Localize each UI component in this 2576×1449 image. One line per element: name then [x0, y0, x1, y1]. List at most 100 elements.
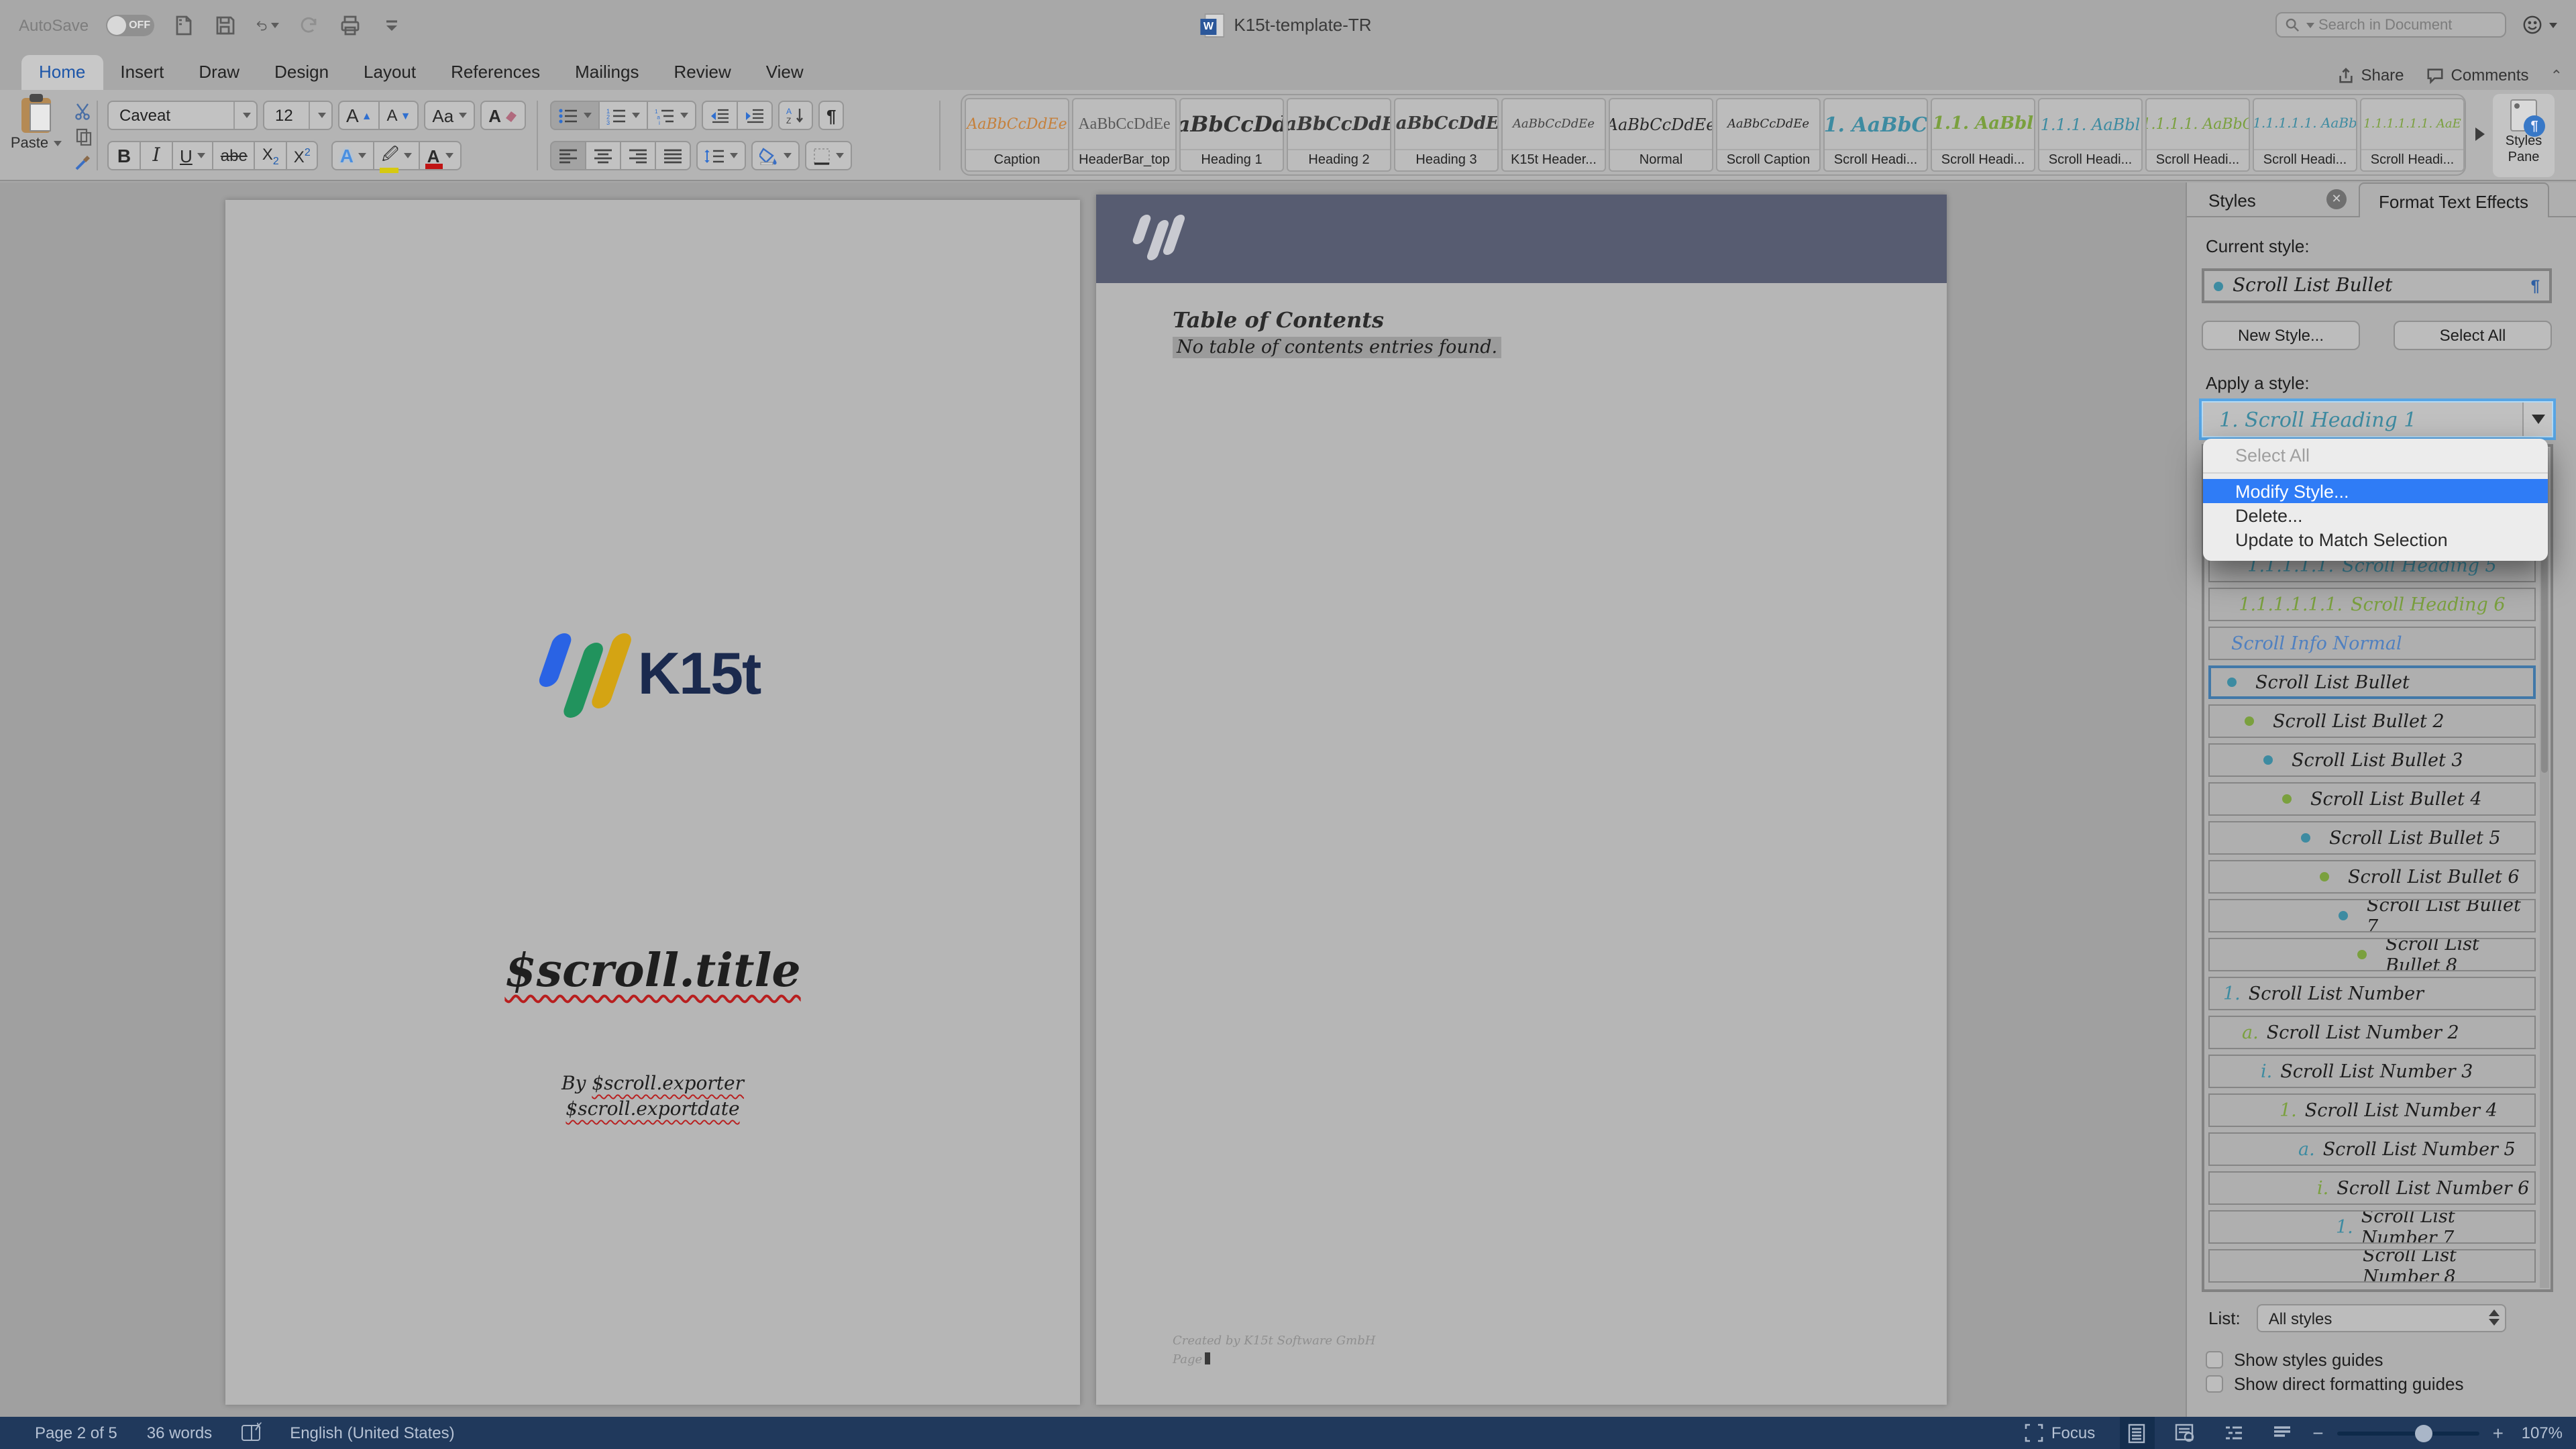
italic-button[interactable]: I — [140, 141, 172, 170]
text-effects-caret-icon[interactable] — [359, 153, 367, 158]
web-layout-view-button[interactable] — [2167, 1417, 2202, 1449]
share-button[interactable]: Share — [2337, 66, 2404, 85]
word-count[interactable]: 36 words — [147, 1424, 212, 1442]
style-list-item[interactable]: a. Scroll List Number 5 — [2208, 1132, 2536, 1166]
font-size-caret-icon[interactable] — [318, 113, 326, 118]
formatting-guides-checkbox[interactable] — [2206, 1375, 2223, 1393]
copy-button[interactable] — [70, 126, 97, 148]
styles-guides-checkbox[interactable] — [2206, 1351, 2223, 1368]
superscript-button[interactable]: X2 — [286, 141, 319, 170]
style-list-item[interactable]: a. Scroll List Number 2 — [2208, 1016, 2536, 1049]
ribbon-tab[interactable]: Draw — [181, 55, 257, 90]
ribbon-tab[interactable]: Mailings — [557, 55, 656, 90]
tab-format-text-effects[interactable]: Format Text Effects — [2359, 182, 2548, 217]
list-filter-dropdown[interactable]: All styles — [2257, 1304, 2506, 1332]
style-list-item[interactable]: 1. Scroll List Number — [2208, 977, 2536, 1010]
ribbon-tab[interactable]: View — [749, 55, 821, 90]
gallery-more-icon[interactable] — [2475, 127, 2485, 141]
style-gallery-item[interactable]: AaBbCcDdEe Normal — [1609, 98, 1713, 172]
paste-button[interactable]: Paste — [13, 98, 59, 173]
style-list-item[interactable]: Scroll List Bullet 4 — [2208, 782, 2536, 816]
context-menu-item[interactable]: Select All — [2203, 443, 2548, 467]
style-list[interactable]: 1.1.1.1.1. Scroll Heading 5 1.1.1.1.1.1.… — [2202, 444, 2553, 1292]
cut-button[interactable] — [70, 101, 97, 122]
search-input[interactable]: Search in Document — [2275, 12, 2506, 38]
style-list-item[interactable]: Scroll List Bullet 5 — [2208, 821, 2536, 855]
ribbon-tab[interactable]: Layout — [346, 55, 433, 90]
shrink-font-button[interactable]: A▼ — [379, 101, 419, 130]
style-list-item[interactable]: Scroll List Bullet 7 — [2208, 899, 2536, 932]
toc-empty-field[interactable]: No table of contents entries found. — [1173, 337, 1501, 358]
apply-style-dropdown-button[interactable] — [2522, 402, 2552, 436]
style-gallery-item[interactable]: AaBbCcDdE Heading 1 — [1179, 98, 1284, 172]
font-size-combo[interactable]: 12 — [263, 101, 333, 130]
print-layout-view-button[interactable] — [2119, 1417, 2154, 1449]
outline-view-button[interactable] — [2216, 1417, 2251, 1449]
new-style-button[interactable]: New Style... — [2202, 321, 2360, 350]
document-page-1[interactable]: K15t $scroll.title By $scroll.exporter $… — [225, 200, 1080, 1405]
bullet-list-caret-icon[interactable] — [584, 113, 592, 118]
style-gallery-item[interactable]: 1.1.1. AaBbl Scroll Headi... — [2038, 98, 2143, 172]
style-gallery-item[interactable]: AaBbCcDdEe Heading 2 — [1287, 98, 1391, 172]
style-list-item[interactable]: i. Scroll List Number 6 — [2208, 1171, 2536, 1205]
change-case-caret-icon[interactable] — [459, 113, 467, 118]
zoom-slider[interactable] — [2337, 1431, 2479, 1435]
undo-icon[interactable] — [255, 13, 279, 37]
bold-button[interactable]: B — [107, 141, 140, 170]
align-center-button[interactable] — [585, 141, 620, 170]
style-list-item[interactable]: Scroll Info Normal — [2208, 627, 2536, 660]
style-list-item[interactable]: Scroll List Bullet 8 — [2208, 938, 2536, 971]
style-gallery-item[interactable]: AaBbCcDdEe Heading 3 — [1394, 98, 1499, 172]
multilevel-list-caret-icon[interactable] — [680, 113, 688, 118]
document-canvas[interactable]: K15t $scroll.title By $scroll.exporter $… — [0, 182, 2186, 1417]
zoom-in-button[interactable]: + — [2493, 1422, 2504, 1444]
highlight-color-button[interactable]: 🖉 — [374, 141, 419, 170]
highlight-caret-icon[interactable] — [405, 153, 413, 158]
undo-caret-icon[interactable] — [271, 22, 279, 28]
shading-caret-icon[interactable] — [784, 153, 792, 158]
document-page-2[interactable]: Table of Contents No table of contents e… — [1096, 195, 1947, 1405]
focus-button[interactable]: Focus — [2025, 1424, 2095, 1442]
zoom-percentage[interactable]: 107% — [2517, 1424, 2563, 1442]
ribbon-tab[interactable]: References — [433, 55, 557, 90]
numbered-list-button[interactable]: 123 — [598, 101, 647, 130]
increase-indent-button[interactable] — [737, 101, 773, 130]
style-list-item[interactable]: Scroll List Bullet 2 — [2208, 704, 2536, 738]
print-icon[interactable] — [338, 13, 362, 37]
clear-formatting-button[interactable]: A — [480, 101, 525, 130]
font-color-button[interactable]: A — [419, 141, 462, 170]
new-document-icon[interactable] — [172, 13, 196, 37]
redo-icon[interactable] — [297, 13, 321, 37]
line-spacing-caret-icon[interactable] — [730, 153, 738, 158]
font-name-caret-icon[interactable] — [243, 113, 251, 118]
style-gallery-item[interactable]: AaBbCcDdEe Scroll Caption — [1716, 98, 1821, 172]
font-name-combo[interactable]: Caveat — [107, 101, 258, 130]
style-list-item[interactable]: 1. Scroll List Number 7 — [2208, 1210, 2536, 1244]
draft-view-button[interactable] — [2264, 1417, 2299, 1449]
quick-access-menu-icon[interactable] — [380, 13, 404, 37]
language-indicator[interactable]: English (United States) — [290, 1424, 454, 1442]
subscript-button[interactable]: X2 — [254, 141, 286, 170]
style-list-item[interactable]: Scroll List Number 8 — [2208, 1249, 2536, 1283]
borders-caret-icon[interactable] — [836, 153, 844, 158]
feedback-button[interactable] — [2522, 15, 2557, 35]
autosave-toggle[interactable]: OFF — [106, 14, 154, 36]
save-icon[interactable] — [213, 13, 237, 37]
page-count[interactable]: Page 2 of 5 — [35, 1424, 117, 1442]
style-list-item[interactable]: Scroll List Bullet — [2208, 665, 2536, 699]
style-list-item[interactable]: 1.1.1.1.1.1. Scroll Heading 6 — [2208, 588, 2536, 621]
collapse-ribbon-icon[interactable]: ⌃ — [2551, 66, 2563, 84]
style-gallery-item[interactable]: 1. AaBbC Scroll Headi... — [1823, 98, 1928, 172]
show-paragraph-marks-button[interactable]: ¶ — [818, 101, 844, 130]
spellcheck-icon[interactable] — [241, 1425, 260, 1441]
styles-pane-button[interactable]: ¶ Styles Pane — [2493, 94, 2555, 177]
context-menu-item[interactable]: Update to Match Selection — [2203, 527, 2548, 551]
decrease-indent-button[interactable] — [702, 101, 737, 130]
comments-button[interactable]: Comments — [2426, 66, 2529, 85]
ribbon-tab[interactable]: Review — [656, 55, 748, 90]
ribbon-tab[interactable]: Insert — [103, 55, 181, 90]
line-spacing-button[interactable] — [696, 141, 746, 170]
font-color-caret-icon[interactable] — [445, 153, 453, 158]
text-effects-button[interactable]: A — [332, 141, 374, 170]
style-gallery-item[interactable]: AaBbCcDdEe Caption — [965, 98, 1069, 172]
